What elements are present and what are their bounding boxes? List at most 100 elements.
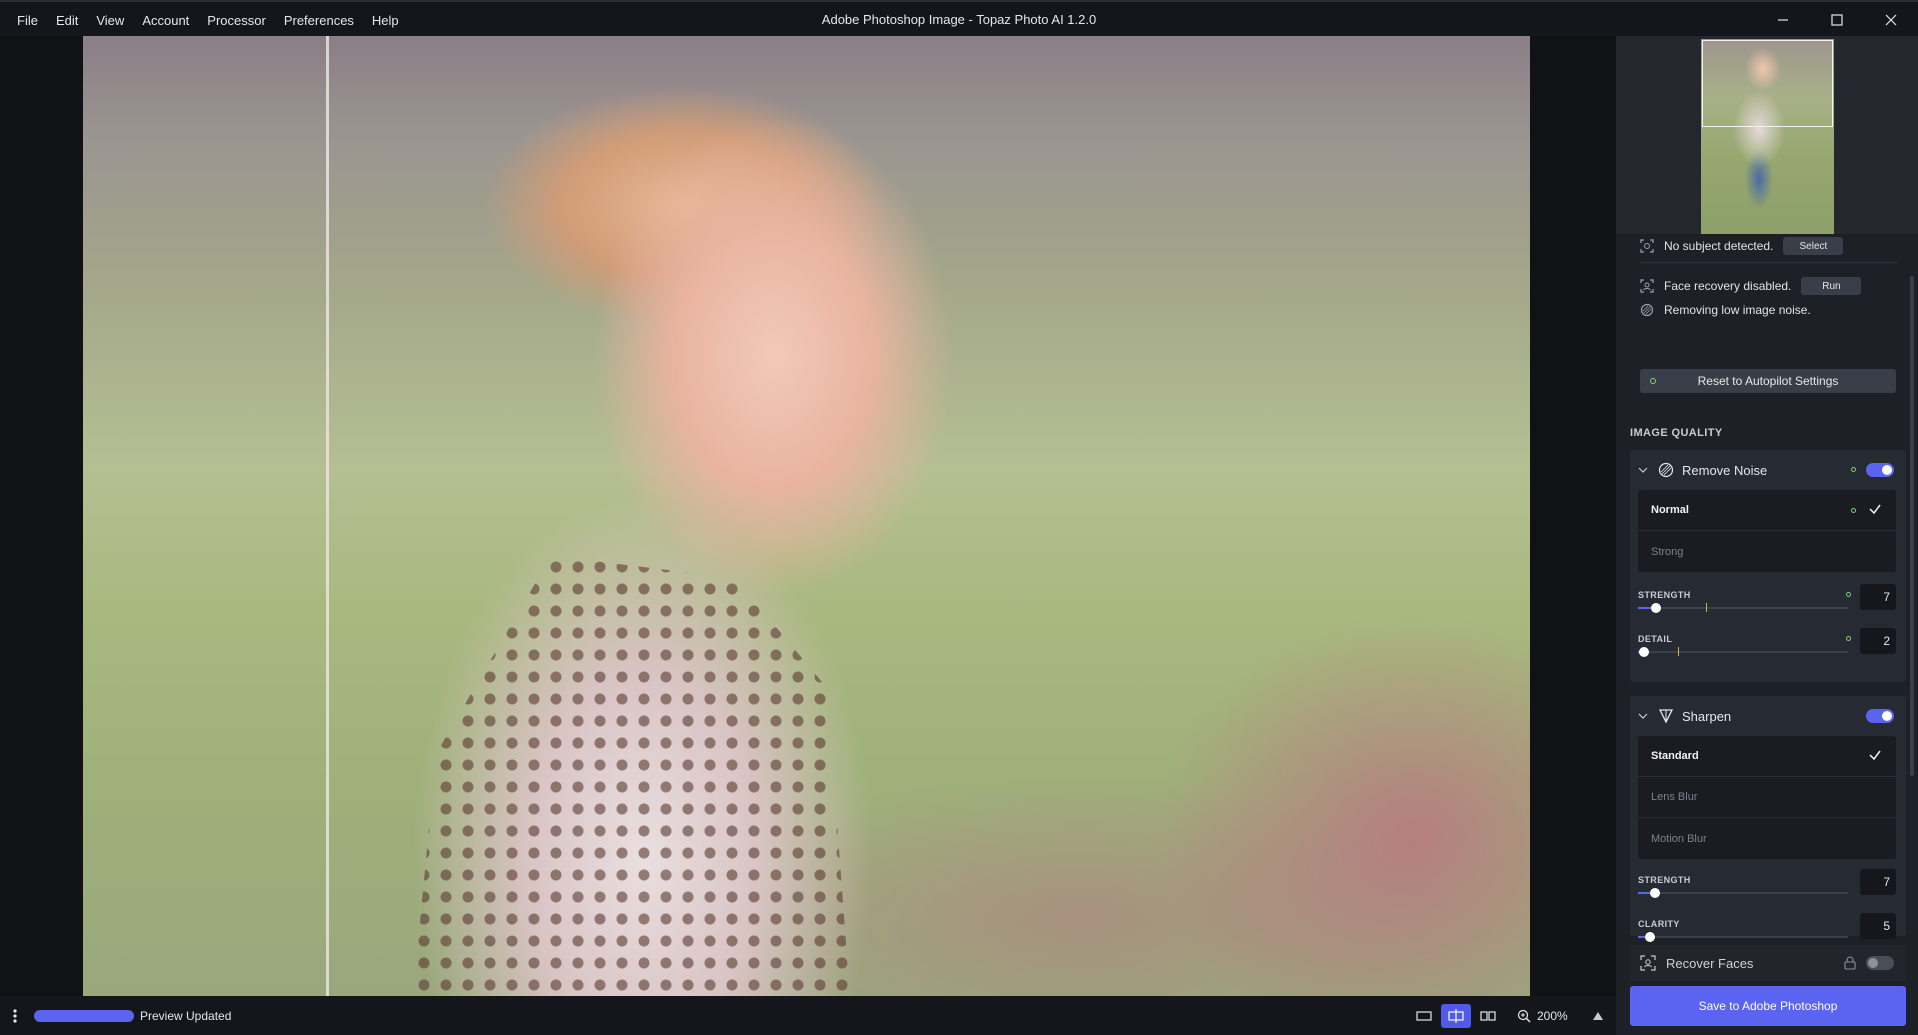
face-status-text: Face recovery disabled.: [1664, 279, 1792, 293]
noise-detail-slider: DETAIL 2: [1638, 628, 1896, 672]
sharpen-module: Sharpen Standard Lens Blur Motion Blur S…: [1630, 696, 1906, 942]
panel-scrollbar[interactable]: [1910, 276, 1914, 776]
clarity-value-input[interactable]: 5: [1860, 913, 1896, 939]
split-view-button[interactable]: [1441, 1004, 1471, 1028]
reset-autopilot-label: Reset to Autopilot Settings: [1697, 374, 1839, 388]
subject-detect-icon: [1640, 239, 1654, 253]
save-to-photoshop-button[interactable]: Save to Adobe Photoshop: [1630, 986, 1906, 1026]
minimize-icon: [1778, 19, 1788, 21]
recover-faces-toggle[interactable]: [1866, 956, 1894, 970]
model-option-strong[interactable]: Strong: [1638, 531, 1896, 572]
chevron-down-icon[interactable]: [1638, 713, 1652, 719]
image-quality-heading: IMAGE QUALITY: [1630, 427, 1723, 439]
noise-status-text: Removing low image noise.: [1664, 303, 1811, 317]
model-option-label: Lens Blur: [1651, 791, 1698, 803]
noise-icon: [1640, 303, 1654, 317]
close-icon: [1885, 14, 1897, 26]
menu-account[interactable]: Account: [133, 13, 198, 28]
slider-handle[interactable]: [1639, 647, 1649, 657]
face-row: Face recovery disabled. Run: [1640, 276, 1862, 296]
more-options-button[interactable]: [0, 996, 30, 1035]
sharpen-toggle[interactable]: [1866, 709, 1894, 723]
bottom-status-bar: Preview Updated 200%: [0, 996, 1616, 1035]
checkmark-icon: [1869, 504, 1881, 515]
slider-track[interactable]: [1638, 888, 1848, 898]
recover-faces-module[interactable]: Recover Faces: [1630, 945, 1906, 981]
close-button[interactable]: [1864, 2, 1918, 38]
sharpen-header[interactable]: Sharpen: [1630, 696, 1906, 736]
zoom-control[interactable]: 200%: [1517, 1004, 1568, 1028]
slider-track[interactable]: [1638, 603, 1848, 613]
kebab-menu-icon: [13, 1008, 17, 1023]
preview-canvas[interactable]: [0, 36, 1616, 996]
sharpen-model-list: Standard Lens Blur Motion Blur: [1638, 736, 1896, 859]
slider-track[interactable]: [1638, 932, 1848, 942]
divider: [1640, 262, 1898, 263]
zoom-level: 200%: [1537, 1009, 1568, 1023]
menu-view[interactable]: View: [87, 13, 133, 28]
sharpen-icon: [1658, 708, 1674, 724]
autopilot-tick: [1706, 603, 1707, 612]
view-mode-switcher: [1409, 1004, 1503, 1028]
menu-processor[interactable]: Processor: [198, 13, 275, 28]
model-option-label: Strong: [1651, 545, 1684, 558]
menu-preferences[interactable]: Preferences: [275, 13, 363, 28]
menu-help[interactable]: Help: [363, 13, 408, 28]
menu-edit[interactable]: Edit: [47, 13, 87, 28]
navigator-viewport-frame[interactable]: [1702, 40, 1833, 127]
model-option-motion-blur[interactable]: Motion Blur: [1638, 818, 1896, 859]
model-option-normal[interactable]: Normal: [1638, 490, 1896, 531]
strength-value-input[interactable]: 7: [1860, 869, 1896, 895]
face-detect-icon: [1640, 279, 1654, 293]
side-by-side-view-icon: [1480, 1011, 1496, 1021]
model-option-label: Standard: [1651, 750, 1699, 762]
remove-noise-toggle[interactable]: [1866, 463, 1894, 477]
single-view-icon: [1416, 1011, 1432, 1021]
model-option-lens-blur[interactable]: Lens Blur: [1638, 777, 1896, 818]
slider-track[interactable]: [1638, 647, 1848, 657]
menu-file[interactable]: File: [8, 13, 47, 28]
subject-status-text: No subject detected.: [1664, 239, 1774, 253]
maximize-button[interactable]: [1810, 2, 1864, 38]
checkmark-icon: [1869, 750, 1881, 761]
menu-bar: File Edit View Account Processor Prefere…: [8, 2, 408, 38]
remove-noise-icon: [1658, 462, 1674, 478]
comparison-split-handle[interactable]: [326, 36, 329, 996]
autopilot-dot-icon: [1846, 636, 1851, 641]
model-option-standard[interactable]: Standard: [1638, 736, 1896, 777]
reset-autopilot-button[interactable]: Reset to Autopilot Settings: [1640, 369, 1896, 393]
strength-label: STRENGTH: [1638, 875, 1691, 885]
preview-image[interactable]: [83, 36, 1530, 996]
chevron-down-icon[interactable]: [1638, 467, 1652, 473]
single-view-button[interactable]: [1409, 1004, 1439, 1028]
side-by-side-view-button[interactable]: [1473, 1004, 1503, 1028]
minimize-button[interactable]: [1756, 2, 1810, 38]
model-option-label: Normal: [1651, 504, 1689, 516]
detail-value-input[interactable]: 2: [1860, 628, 1896, 654]
zoom-icon: [1517, 1009, 1531, 1023]
remove-noise-header[interactable]: Remove Noise: [1630, 450, 1906, 490]
autopilot-indicator-icon: [1650, 378, 1656, 384]
title-bar: File Edit View Account Processor Prefere…: [0, 0, 1918, 36]
slider-handle[interactable]: [1651, 603, 1661, 613]
strength-value-input[interactable]: 7: [1860, 584, 1896, 610]
run-face-recovery-button[interactable]: Run: [1801, 277, 1862, 295]
processing-progress-bar: [34, 1009, 134, 1022]
triangle-up-icon: [1593, 1012, 1603, 1020]
noise-strength-slider: STRENGTH 7: [1638, 584, 1896, 628]
sharpen-label: Sharpen: [1682, 708, 1732, 724]
face-recovery-icon: [1640, 955, 1656, 971]
remove-noise-model-list: Normal Strong: [1638, 490, 1896, 572]
window-controls: [1756, 2, 1918, 38]
autopilot-dot-icon: [1851, 508, 1856, 513]
slider-handle[interactable]: [1650, 888, 1660, 898]
lock-icon: [1844, 956, 1856, 970]
settings-panel: No subject detected. Select Face recover…: [1616, 36, 1918, 1035]
noise-row: Removing low image noise.: [1640, 300, 1811, 320]
subject-row: No subject detected. Select: [1640, 236, 1844, 256]
slider-handle[interactable]: [1645, 932, 1655, 942]
status-text: Preview Updated: [140, 1008, 232, 1023]
select-subject-button[interactable]: Select: [1783, 237, 1844, 255]
zoom-menu-button[interactable]: [1586, 1004, 1610, 1028]
model-option-label: Motion Blur: [1651, 832, 1707, 845]
